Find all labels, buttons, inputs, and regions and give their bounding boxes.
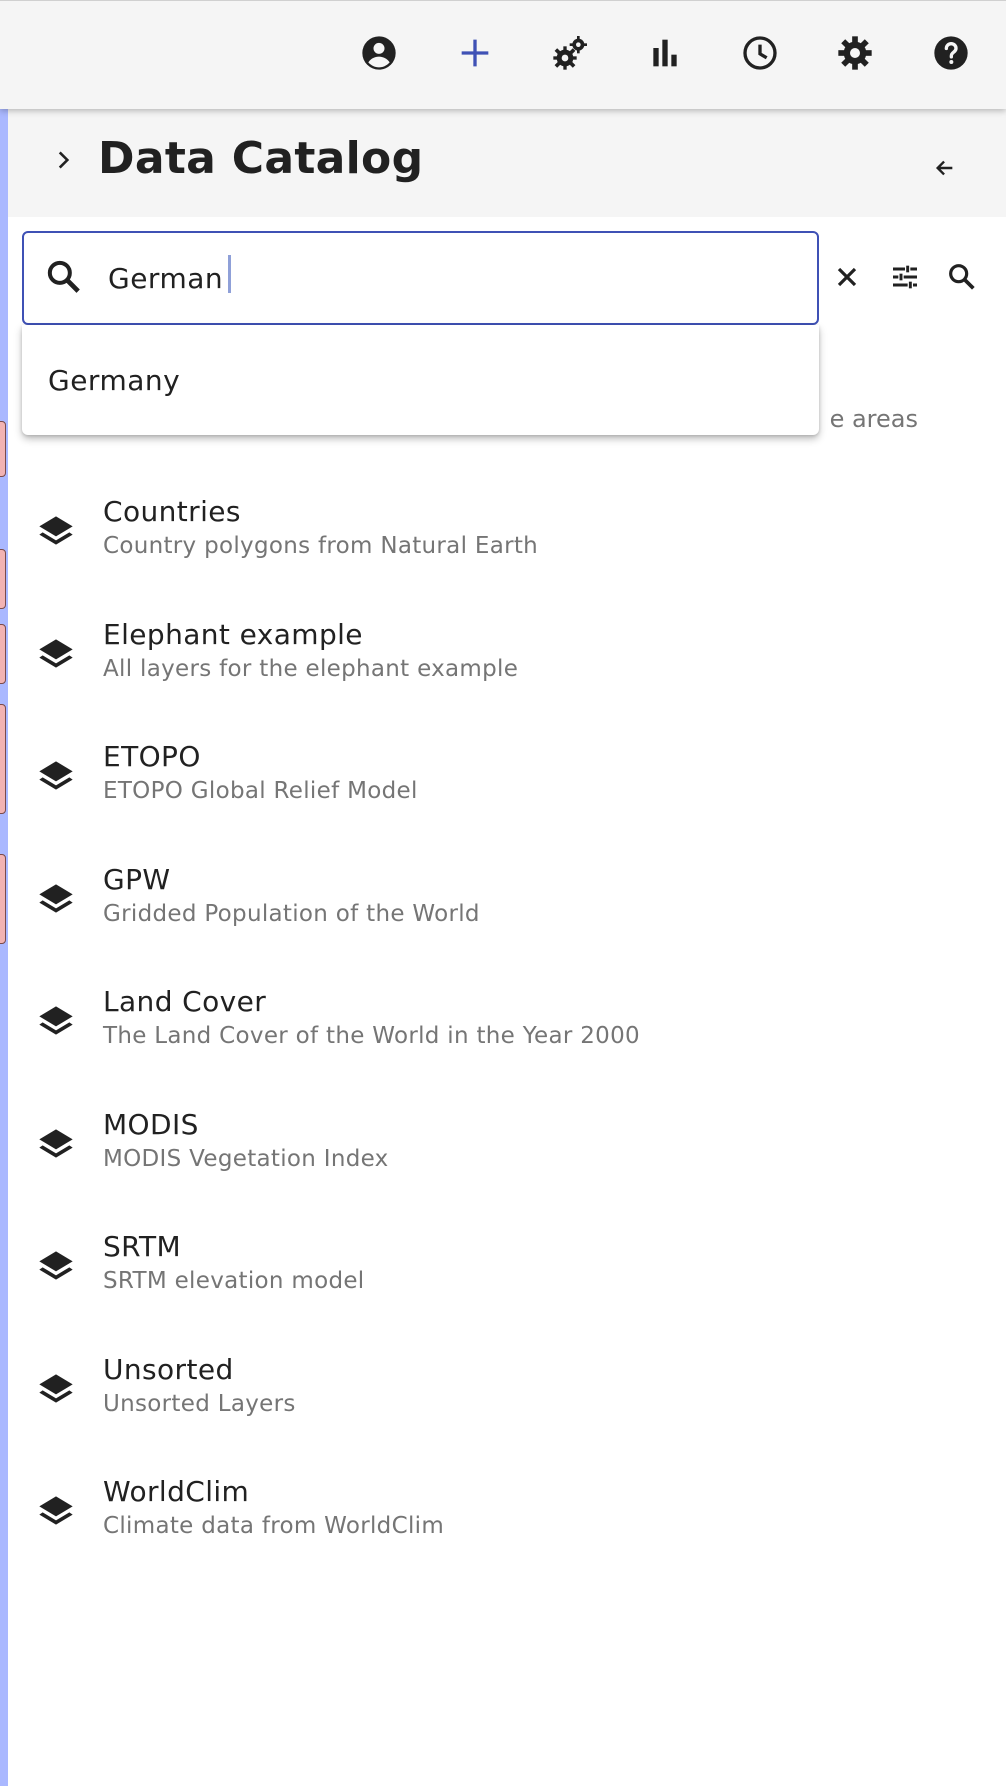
search-icon bbox=[949, 264, 975, 290]
item-title: SRTM bbox=[103, 1230, 182, 1263]
item-title: Elephant example bbox=[103, 617, 363, 651]
autocomplete-option[interactable]: Germany bbox=[22, 325, 819, 435]
add-data-button[interactable] bbox=[447, 25, 503, 81]
search-input[interactable] bbox=[108, 251, 788, 305]
page-title: Data Catalog bbox=[98, 133, 424, 184]
item-subtitle: All layers for the elephant example bbox=[103, 655, 519, 682]
close-icon bbox=[837, 267, 857, 287]
help-icon bbox=[934, 36, 968, 70]
item-subtitle: Unsorted Layers bbox=[103, 1390, 296, 1417]
layers-icon bbox=[39, 1373, 73, 1403]
catalog-search-field[interactable] bbox=[22, 231, 819, 325]
item-subtitle: MODIS Vegetation Index bbox=[103, 1145, 389, 1172]
item-title: Unsorted bbox=[103, 1352, 234, 1386]
map-view-edge[interactable] bbox=[0, 109, 8, 1786]
back-button[interactable] bbox=[930, 153, 960, 183]
layers-icon bbox=[39, 1128, 73, 1158]
item-title: Countries bbox=[103, 495, 241, 528]
map-country-shape bbox=[0, 549, 6, 609]
layers-icon bbox=[39, 883, 73, 913]
expand-panel-button[interactable] bbox=[48, 145, 78, 175]
item-subtitle: SRTM elevation model bbox=[103, 1268, 365, 1294]
list-item[interactable]: GPW Gridded Population of the World bbox=[8, 851, 1006, 974]
list-item[interactable]: MODIS MODIS Vegetation Index bbox=[8, 1096, 1006, 1219]
text-caret bbox=[228, 255, 231, 293]
settings-button[interactable] bbox=[827, 25, 883, 81]
data-catalog-panel: Data Catalog German e areas Germany Coun… bbox=[8, 109, 1006, 1786]
list-item[interactable]: SRTM SRTM elevation model bbox=[8, 1218, 1006, 1341]
list-item[interactable]: WorldClim Climate data from WorldClim bbox=[8, 1463, 1006, 1586]
top-toolbar bbox=[0, 0, 1006, 109]
search-submit-button[interactable] bbox=[942, 257, 982, 297]
item-subtitle: Climate data from WorldClim bbox=[103, 1513, 445, 1539]
item-title: Land Cover bbox=[103, 985, 267, 1018]
item-title: GPW bbox=[103, 862, 171, 896]
item-subtitle: Gridded Population of the World bbox=[103, 900, 480, 927]
layers-icon bbox=[39, 1496, 73, 1525]
item-title: WorldClim bbox=[103, 1475, 250, 1508]
plots-button[interactable] bbox=[637, 25, 693, 81]
autocomplete-dropdown: Germany bbox=[22, 325, 819, 435]
account-circle-icon bbox=[362, 36, 396, 70]
map-country-shape bbox=[0, 421, 6, 477]
bar-chart-icon bbox=[653, 39, 677, 67]
filter-button[interactable] bbox=[885, 257, 925, 297]
map-country-shape bbox=[0, 704, 6, 814]
operators-button[interactable] bbox=[542, 25, 598, 81]
item-subtitle: Country polygons from Natural Earth bbox=[103, 533, 539, 559]
layers-icon bbox=[39, 516, 73, 545]
list-item[interactable]: Countries Country polygons from Natural … bbox=[8, 483, 1006, 606]
help-button[interactable] bbox=[923, 25, 979, 81]
clock-icon bbox=[743, 36, 777, 70]
layers-icon bbox=[39, 1251, 73, 1280]
account-button[interactable] bbox=[351, 25, 407, 81]
panel-header: Data Catalog bbox=[8, 109, 1006, 217]
tune-icon bbox=[893, 265, 917, 289]
item-subtitle: ETOPO Global Relief Model bbox=[103, 778, 418, 804]
list-item[interactable]: Land Cover The Land Cover of the World i… bbox=[8, 973, 1006, 1096]
gear-icon bbox=[838, 36, 872, 70]
arrow-back-icon bbox=[935, 160, 953, 176]
list-item[interactable]: Unsorted Unsorted Layers bbox=[8, 1341, 1006, 1464]
gears-icon bbox=[553, 36, 587, 70]
catalog-list: Countries Country polygons from Natural … bbox=[8, 483, 1006, 1586]
time-button[interactable] bbox=[732, 25, 788, 81]
map-country-shape bbox=[0, 624, 6, 684]
item-title: MODIS bbox=[103, 1107, 199, 1141]
layers-icon bbox=[39, 638, 73, 668]
plus-icon bbox=[461, 39, 489, 67]
item-subtitle: The Land Cover of the World in the Year … bbox=[103, 1023, 640, 1049]
list-item[interactable]: ETOPO ETOPO Global Relief Model bbox=[8, 728, 1006, 851]
layers-icon bbox=[39, 761, 73, 790]
layers-icon bbox=[39, 1006, 73, 1035]
map-country-shape bbox=[0, 854, 6, 944]
chevron-right-icon bbox=[58, 151, 70, 169]
search-icon bbox=[47, 260, 80, 293]
list-item[interactable]: Elephant example All layers for the elep… bbox=[8, 606, 1006, 729]
clear-search-button[interactable] bbox=[827, 257, 867, 297]
item-title: ETOPO bbox=[103, 740, 201, 773]
